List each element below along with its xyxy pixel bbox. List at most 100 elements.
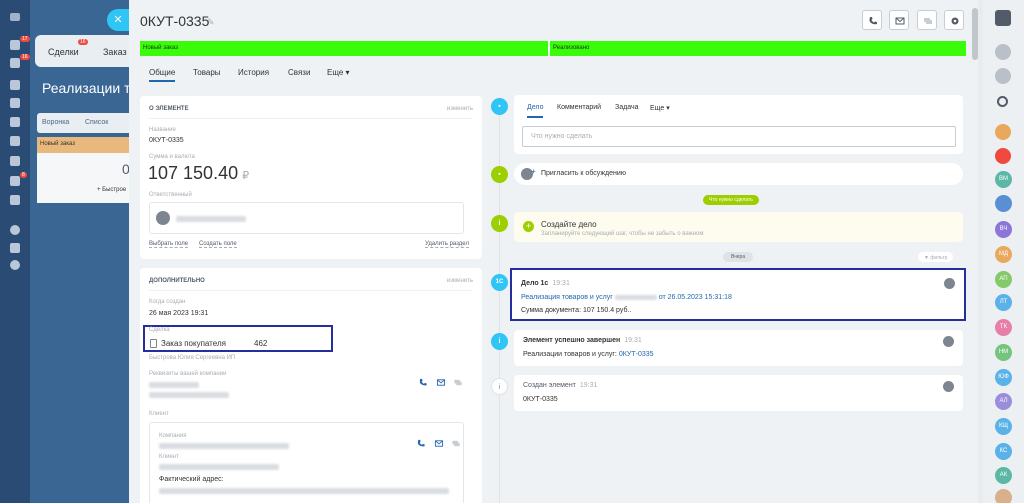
extra-edit-link[interactable]: изменить <box>447 278 473 284</box>
client-label: Клиент <box>149 411 169 417</box>
chat-icon[interactable] <box>453 378 463 387</box>
phone-icon[interactable] <box>416 439 426 448</box>
todo-input[interactable] <box>523 127 955 146</box>
bg-view-list[interactable]: Список <box>85 119 108 126</box>
avatar[interactable]: КЩ <box>995 418 1012 435</box>
bg-tab-orders[interactable]: Заказ <box>103 47 127 57</box>
stage-realized[interactable]: Реализовано <box>550 41 966 56</box>
select-field-link[interactable]: Выбрать поле <box>149 241 189 248</box>
tab-activity[interactable]: Дело <box>527 104 544 118</box>
bg-quick-add[interactable]: + Быстрое <box>97 187 126 193</box>
avatar <box>943 336 954 347</box>
phone-icon[interactable] <box>418 378 428 387</box>
mail-icon[interactable] <box>436 378 446 387</box>
chat-icon <box>924 18 932 24</box>
settings-icon[interactable] <box>10 260 20 270</box>
divider <box>149 290 473 291</box>
entry1-link[interactable]: Реализация товаров и услуг от 26.05.2023… <box>521 294 732 301</box>
tasks-icon[interactable] <box>10 58 20 68</box>
phone-button[interactable] <box>862 10 882 30</box>
entry3-text: 0КУТ-0335 <box>523 396 558 403</box>
avatar[interactable] <box>995 195 1012 212</box>
settings-button[interactable] <box>944 10 964 30</box>
entry3-title: Создан элемент 19:31 <box>523 382 597 389</box>
tab-task[interactable]: Задача <box>615 104 639 111</box>
avatar[interactable]: ВМ <box>995 171 1012 188</box>
close-slider-button[interactable]: ✕ <box>107 9 129 31</box>
tab-links[interactable]: Связи <box>288 68 310 77</box>
mail-icon <box>895 17 905 25</box>
avatar[interactable] <box>995 489 1012 503</box>
menu-icon[interactable] <box>10 13 20 21</box>
entry1-time: 19:31 <box>552 280 570 287</box>
avatar[interactable]: ЮФ <box>995 369 1012 386</box>
create-activity-card[interactable]: + Создайте дело Запланируйте следующий ш… <box>514 212 963 242</box>
crm-icon[interactable] <box>10 80 20 90</box>
help-icon[interactable] <box>995 10 1011 26</box>
timeline-info-icon: i <box>491 333 508 350</box>
avatar[interactable]: АЛ <box>995 393 1012 410</box>
avatar[interactable]: АК <box>995 467 1012 484</box>
timer-icon[interactable] <box>995 68 1011 84</box>
entry2-title-text: Элемент успешно завершен <box>523 337 621 344</box>
tab-products[interactable]: Товары <box>193 68 221 77</box>
bg-tab-deals[interactable]: Сделки <box>48 47 79 57</box>
avatar[interactable]: АП <box>995 271 1012 288</box>
phone-icon <box>869 17 877 25</box>
sites-icon[interactable] <box>10 195 20 205</box>
company-details-label: Реквизиты вашей компании <box>149 371 227 377</box>
help-icon[interactable] <box>10 225 20 235</box>
create-title: Создайте дело <box>541 220 597 229</box>
bg-stage: Новый заказ <box>37 137 130 153</box>
delete-section-link[interactable]: Удалить раздел <box>425 241 469 248</box>
avatar[interactable]: ЛТ <box>995 294 1012 311</box>
open-channel-icon[interactable] <box>995 148 1011 164</box>
avatar[interactable]: ВЧ <box>995 221 1012 238</box>
photo-icon[interactable] <box>10 156 20 166</box>
address-label: Фактический адрес: <box>159 476 224 483</box>
chat-icon[interactable] <box>451 439 461 448</box>
create-field-link[interactable]: Создать поле <box>199 241 237 248</box>
invite-card[interactable]: + Пригласить к обсуждению <box>514 163 963 185</box>
entry1-title: Дело 1с 19:31 <box>521 280 570 287</box>
tab-more[interactable]: Еще ▾ <box>327 68 350 77</box>
bell-icon[interactable] <box>995 44 1011 60</box>
chat-button[interactable] <box>917 10 937 30</box>
mail-icon[interactable] <box>10 176 20 186</box>
filter-button[interactable]: ▼ фильтр <box>918 252 954 262</box>
bg-view-funnel[interactable]: Воронка <box>42 119 69 126</box>
stage-new-order[interactable]: Новый заказ <box>140 41 548 56</box>
avatar[interactable]: КС <box>995 443 1012 460</box>
page-title: 0КУТ-0335 <box>140 13 210 29</box>
scrollbar[interactable] <box>972 8 978 60</box>
create-plus-icon: + <box>523 221 534 232</box>
drive-icon[interactable] <box>10 136 20 146</box>
filter-icon[interactable] <box>10 40 20 50</box>
mail-button[interactable] <box>889 10 909 30</box>
mail-icon[interactable] <box>434 439 444 448</box>
avatar[interactable]: ТК <box>995 319 1012 336</box>
tab-comment[interactable]: Комментарий <box>557 104 601 111</box>
entry2-link[interactable]: 0КУТ-0335 <box>619 351 654 358</box>
search-icon[interactable] <box>997 96 1008 107</box>
avatar[interactable]: НМ <box>995 344 1012 361</box>
edit-title-icon[interactable]: ✎ <box>207 17 215 28</box>
responsible-box[interactable] <box>149 202 464 234</box>
nav-badge: 16 <box>20 54 30 60</box>
tab-more[interactable]: Еще ▾ <box>650 104 670 112</box>
tab-general[interactable]: Общие <box>149 68 176 82</box>
avatar[interactable]: МД <box>995 246 1012 263</box>
tab-history[interactable]: История <box>238 68 269 77</box>
extra-card: ДОПОЛНИТЕЛЬНО изменить Когда создан 26 м… <box>140 268 482 503</box>
avatar <box>943 381 954 392</box>
entry1-title-text: Дело 1с <box>521 280 549 287</box>
about-edit-link[interactable]: изменить <box>447 106 473 112</box>
sum-value: 107 150.40 ₽ <box>148 163 249 184</box>
deal-name: Заказ покупателя <box>161 339 226 348</box>
redacted-client-company <box>159 443 289 449</box>
calendar-icon[interactable] <box>10 117 20 127</box>
chat-icon[interactable] <box>10 98 20 108</box>
deal-link[interactable]: Заказ покупателя 462 <box>145 335 325 350</box>
triangle-icon[interactable] <box>10 243 20 253</box>
group-chat-icon[interactable] <box>995 124 1011 140</box>
